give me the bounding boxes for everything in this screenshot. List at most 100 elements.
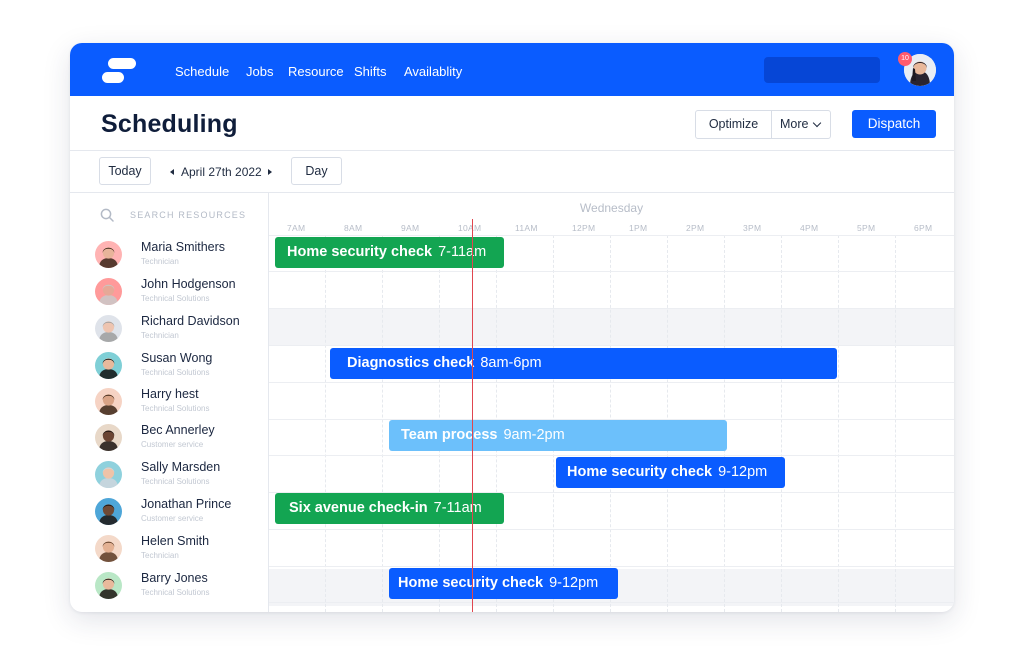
- hour-label: 4PM: [800, 223, 819, 233]
- resource-role: Customer service: [141, 514, 204, 523]
- resource-row[interactable]: Barry Jones Technical Solutions: [70, 567, 269, 604]
- resource-row[interactable]: Harry hest Technical Solutions: [70, 383, 269, 420]
- event-time: 7-11am: [438, 244, 487, 260]
- resource-row[interactable]: Jonathan Prince Customer service: [70, 493, 269, 530]
- resource-role: Technician: [141, 331, 179, 340]
- resource-row[interactable]: Susan Wong Technical Solutions: [70, 347, 269, 384]
- event-block[interactable]: Home security check 9-12pm: [389, 568, 618, 599]
- resource-row[interactable]: Maria Smithers Technician: [70, 236, 269, 273]
- row-gridline: [269, 308, 954, 309]
- unavailable-row-richard: [269, 308, 954, 345]
- avatar: [95, 315, 122, 342]
- avatar: [95, 424, 122, 451]
- person-avatar-icon: [95, 388, 122, 415]
- avatar: [95, 352, 122, 379]
- person-avatar-icon: [95, 498, 122, 525]
- row-gridline: [269, 566, 954, 567]
- resource-role: Technician: [141, 257, 179, 266]
- hour-gridline: [382, 235, 383, 612]
- search-resources-input[interactable]: SEARCH RESOURCES: [130, 210, 246, 220]
- next-day-icon[interactable]: [267, 169, 272, 175]
- nav-item-schedule[interactable]: Schedule: [175, 64, 229, 80]
- resource-name: Richard Davidson: [141, 314, 240, 328]
- avatar: [95, 241, 122, 268]
- notification-badge[interactable]: 10: [898, 52, 912, 66]
- nav-item-jobs[interactable]: Jobs: [246, 64, 273, 80]
- hour-label: 9AM: [401, 223, 420, 233]
- avatar: [95, 535, 122, 562]
- row-gridline: [269, 235, 954, 236]
- avatar: [95, 572, 122, 599]
- more-dropdown-button[interactable]: More: [772, 111, 830, 138]
- resource-role: Technician: [141, 551, 179, 560]
- hour-label: 1PM: [629, 223, 648, 233]
- avatar: [95, 461, 122, 488]
- event-title: Home security check: [567, 464, 713, 480]
- nav-item-shifts[interactable]: Shifts: [354, 64, 387, 80]
- resource-row[interactable]: John Hodgenson Technical Solutions: [70, 273, 269, 310]
- hour-label: 10AM: [458, 223, 482, 233]
- header-button-group: Optimize More: [695, 110, 831, 139]
- current-date[interactable]: April 27th 2022: [181, 165, 262, 179]
- resource-role: Technical Solutions: [141, 368, 210, 377]
- avatar: [95, 498, 122, 525]
- resource-row[interactable]: Bec Annerley Customer service: [70, 419, 269, 456]
- event-time: 7-11am: [433, 500, 482, 516]
- hour-label: 12PM: [572, 223, 596, 233]
- nav-search-field[interactable]: [764, 57, 880, 83]
- person-avatar-icon: [95, 572, 122, 599]
- event-time: 9-12pm: [549, 575, 599, 591]
- nav-item-resource[interactable]: Resource: [288, 64, 344, 80]
- brand-logo-icon[interactable]: [102, 58, 136, 84]
- event-block[interactable]: Team process 9am-2pm: [389, 420, 727, 451]
- person-avatar-icon: [95, 352, 122, 379]
- event-title: Team process: [401, 427, 498, 443]
- row-gridline: [269, 529, 954, 530]
- row-gridline: [269, 455, 954, 456]
- chevron-down-icon: [813, 118, 822, 128]
- event-block[interactable]: Six avenue check-in 7-11am: [275, 493, 504, 524]
- resource-row[interactable]: Richard Davidson Technician: [70, 310, 269, 347]
- resource-row[interactable]: Sally Marsden Technical Solutions: [70, 456, 269, 493]
- avatar: [95, 388, 122, 415]
- row-gridline: [269, 602, 954, 603]
- scheduling-app: Schedule Jobs Resource Shifts Availablit…: [0, 0, 1024, 655]
- event-time: 9-12pm: [718, 464, 768, 480]
- nav-item-availability[interactable]: Availablity: [404, 64, 462, 80]
- resource-name: Sally Marsden: [141, 460, 221, 474]
- person-avatar-icon: [95, 461, 122, 488]
- current-time-indicator: [472, 219, 473, 612]
- event-title: Home security check: [398, 575, 544, 591]
- today-button[interactable]: Today: [99, 157, 151, 185]
- hour-label: 2PM: [686, 223, 705, 233]
- top-navigation-bar: Schedule Jobs Resource Shifts Availablit…: [70, 43, 954, 96]
- event-title: Diagnostics check: [347, 355, 475, 371]
- event-block[interactable]: Home security check 9-12pm: [556, 457, 785, 488]
- avatar: [95, 278, 122, 305]
- resource-row[interactable]: Helen Smith Technician: [70, 530, 269, 567]
- resource-name: Bec Annerley: [141, 423, 215, 437]
- hour-label: 11AM: [515, 223, 538, 233]
- resource-role: Customer service: [141, 440, 204, 449]
- event-block[interactable]: Home security check 7-11am: [275, 237, 504, 268]
- date-navigator: April 27th 2022: [170, 165, 272, 179]
- event-title: Home security check: [287, 244, 433, 260]
- optimize-button[interactable]: Optimize: [696, 111, 772, 138]
- hour-label: 6PM: [914, 223, 933, 233]
- resource-name: Jonathan Prince: [141, 497, 232, 511]
- resource-name: Maria Smithers: [141, 240, 226, 254]
- hour-label: 3PM: [743, 223, 762, 233]
- dispatch-button[interactable]: Dispatch: [852, 110, 936, 138]
- resource-role: Technical Solutions: [141, 294, 210, 303]
- event-block[interactable]: Diagnostics check 8am-6pm: [330, 348, 837, 379]
- day-header: Wednesday: [579, 201, 644, 215]
- resource-name: Barry Jones: [141, 571, 208, 585]
- person-avatar-icon: [95, 424, 122, 451]
- row-gridline: [269, 271, 954, 272]
- hour-label: 5PM: [857, 223, 876, 233]
- previous-day-icon[interactable]: [170, 169, 174, 175]
- view-mode-day-button[interactable]: Day: [291, 157, 342, 185]
- hour-label: 8AM: [344, 223, 363, 233]
- person-avatar-icon: [95, 278, 122, 305]
- row-gridline: [269, 382, 954, 383]
